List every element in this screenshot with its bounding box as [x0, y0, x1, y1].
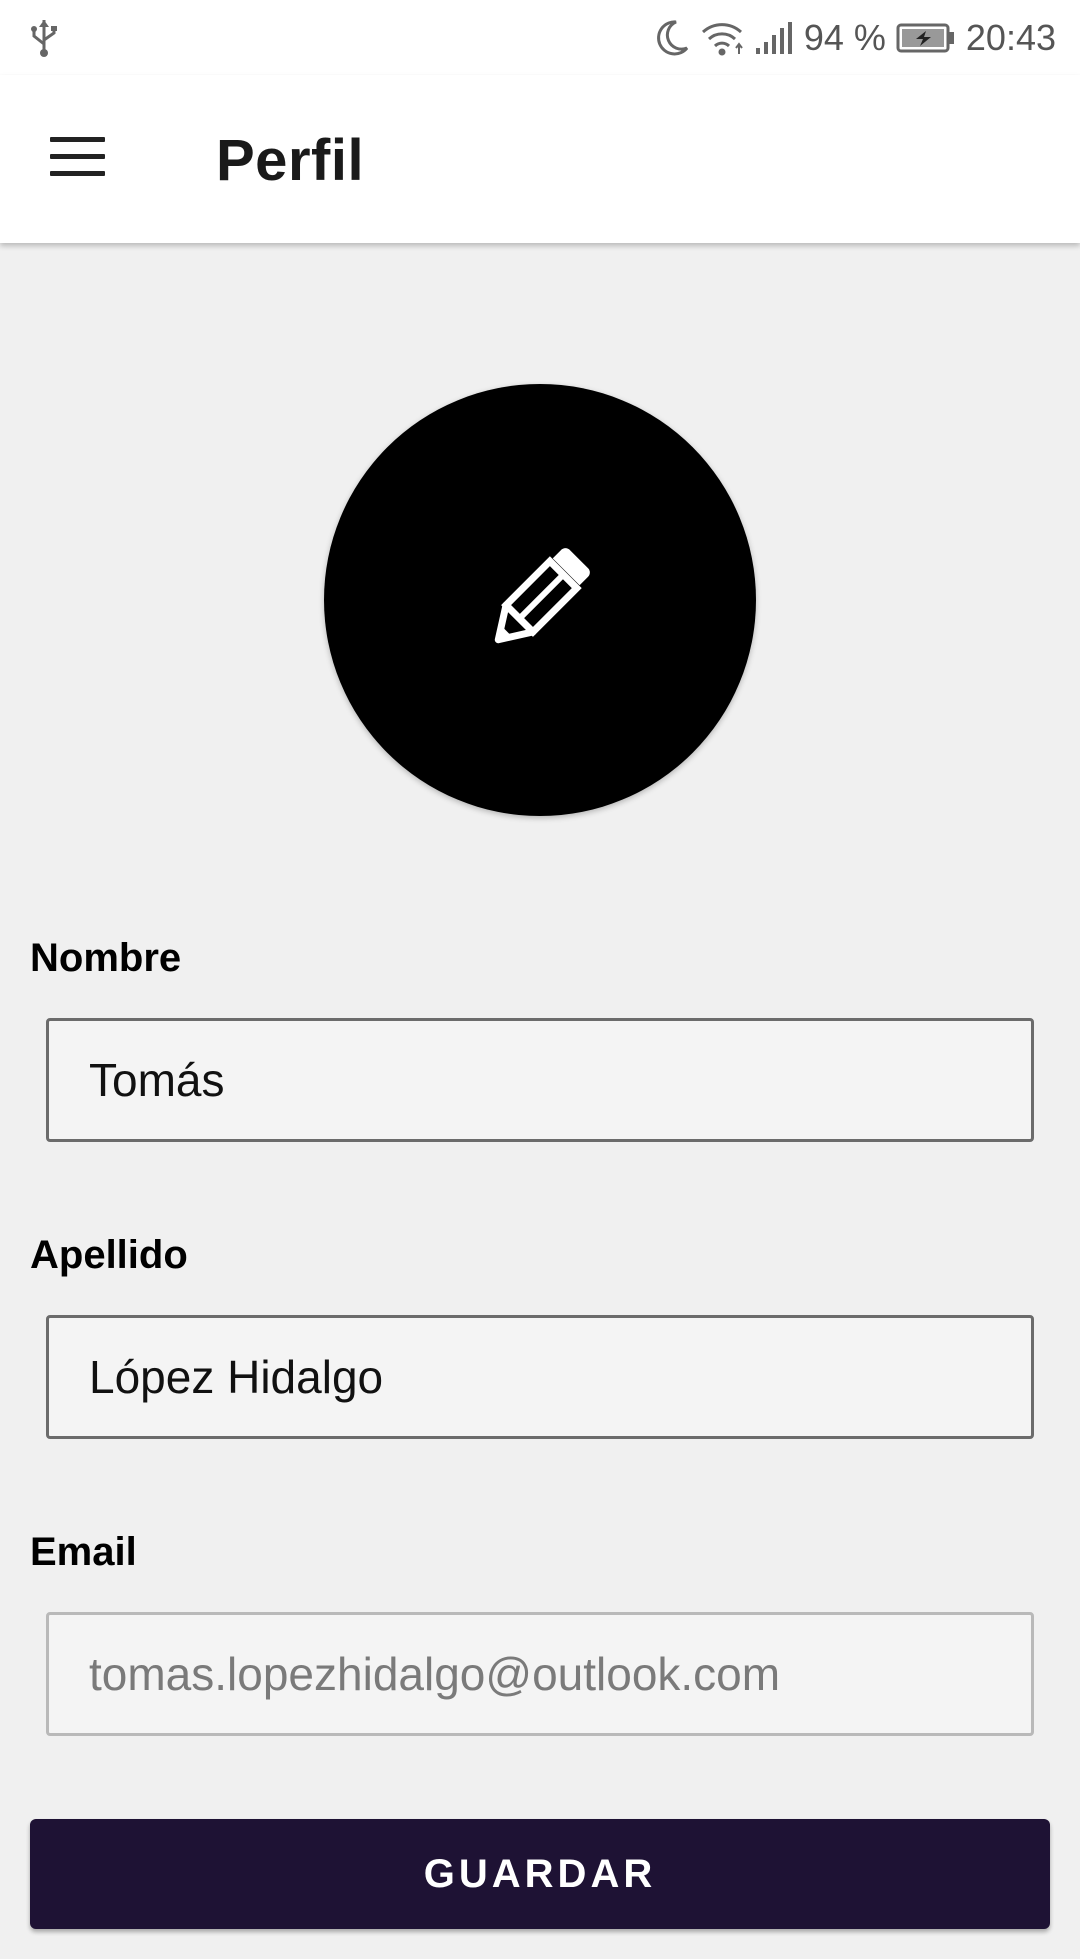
app-bar: Perfil: [0, 75, 1080, 243]
battery-percent: 94 %: [803, 17, 886, 58]
status-icons: 94 % 20:43: [654, 14, 1056, 62]
hamburger-menu-icon[interactable]: [38, 121, 118, 191]
pencil-icon: [475, 533, 605, 668]
battery-charging-icon: [896, 22, 956, 54]
status-bar: 94 % 20:43: [0, 0, 1080, 75]
signal-icon: [754, 20, 794, 56]
moon-icon: [654, 18, 690, 58]
apellido-field[interactable]: [46, 1315, 1034, 1439]
wifi-icon: [700, 18, 744, 58]
avatar-edit-button[interactable]: [324, 384, 756, 816]
apellido-label: Apellido: [30, 1233, 188, 1277]
email-label: Email: [30, 1530, 137, 1574]
save-button[interactable]: GUARDAR: [30, 1819, 1050, 1929]
clock: 20:43: [965, 17, 1056, 58]
nombre-field[interactable]: [46, 1018, 1034, 1142]
page-title: Perfil: [216, 128, 365, 193]
email-field: [46, 1612, 1034, 1736]
nombre-label: Nombre: [30, 936, 182, 980]
usb-icon: [30, 18, 66, 58]
